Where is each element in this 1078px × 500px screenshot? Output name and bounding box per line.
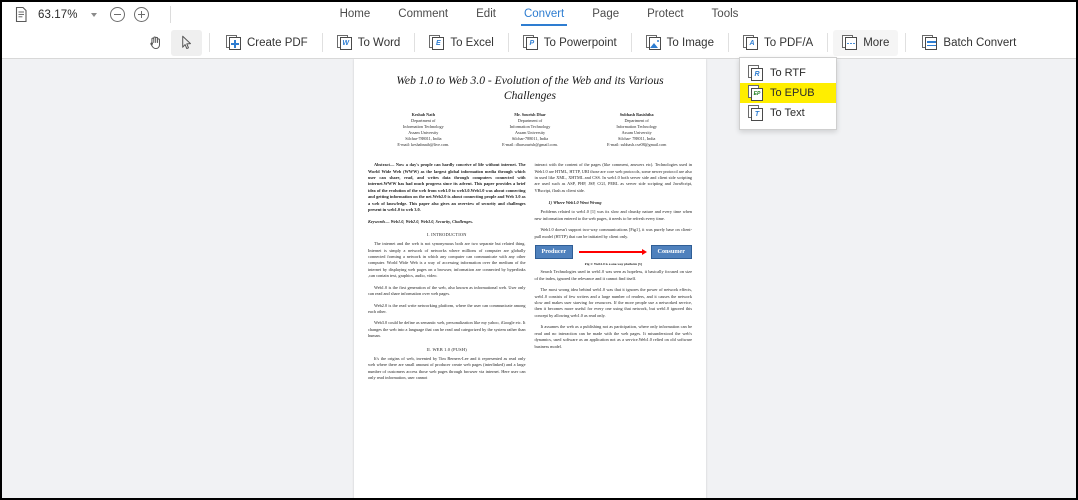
to-excel-label: To Excel [450, 36, 494, 49]
to-powerpoint-label: To Powerpoint [543, 36, 617, 49]
to-pdfa-label: To PDF/A [763, 36, 814, 49]
dropdown-item-to-text[interactable]: T To Text [740, 103, 836, 123]
body-paragraph: It's the origins of web, invented by Tim… [368, 355, 526, 381]
zoom-controls: 63.17% [2, 6, 171, 23]
author-entry: Subhash Basishtha Department of Informat… [583, 112, 690, 149]
batch-convert-icon [922, 34, 938, 51]
zoom-in-icon[interactable] [134, 7, 149, 22]
left-column: Abstract— Now a day's people can hardly … [368, 162, 526, 386]
menu-item-protect[interactable]: Protect [646, 5, 684, 24]
right-column: interact with the content of the pages (… [534, 162, 693, 386]
document-work-area[interactable]: Web 1.0 to Web 3.0 - Evolution of the We… [2, 59, 1076, 498]
to-epub-icon: EP [748, 85, 764, 101]
to-pdfa-button[interactable]: A To PDF/A [734, 30, 822, 56]
document-icon[interactable] [14, 6, 29, 23]
body-paragraph: Search Technologies used in web1.0 was s… [534, 269, 693, 281]
body-paragraph: interact with the content of the pages (… [534, 162, 693, 193]
more-label: More [863, 36, 890, 49]
to-image-button[interactable]: To Image [637, 30, 723, 56]
to-word-icon: W [336, 34, 353, 51]
toolbar-divider [414, 33, 416, 52]
menu-item-home[interactable]: Home [339, 5, 372, 24]
keywords-text: Keywords— Web1.0, Web2.0, Web3.0, Securi… [368, 218, 473, 224]
dropdown-item-to-epub[interactable]: EP To EPUB [740, 83, 836, 103]
body-paragraph: The internet and the web is not synonymo… [368, 241, 526, 279]
section-heading-introduction: I. INTRODUCTION [426, 232, 467, 238]
menu-item-page[interactable]: Page [591, 5, 620, 24]
author-email: E-mail: subhash.cse08@gmail.com [607, 142, 667, 148]
to-powerpoint-button[interactable]: P To Powerpoint [514, 30, 626, 56]
body-paragraph: Problems related to web1.0 [1] was its s… [534, 209, 693, 221]
menu-item-comment[interactable]: Comment [397, 5, 449, 24]
figure-1: Producer Consumer Fig 1: Web1.0 is a one… [534, 245, 692, 267]
toolbar-divider [905, 33, 907, 52]
page-columns: Abstract— Now a day's people can hardly … [368, 162, 692, 386]
to-text-label: To Text [770, 107, 805, 119]
toolbar-divider [827, 33, 829, 52]
abstract-text: Abstract— Now a day's people can hardly … [368, 162, 526, 213]
menu-item-convert[interactable]: Convert [520, 5, 568, 26]
figure-caption: Fig 1: Web1.0 is a one-way platform [3] [584, 262, 642, 267]
figure-diagram: Producer Consumer [534, 245, 692, 260]
to-image-label: To Image [666, 36, 714, 49]
to-pdfa-icon: A [742, 34, 759, 51]
body-paragraph: Web3.0 could be define as semantic web, … [368, 320, 526, 339]
pdf-editor-window: 63.17% Home Comment Edit Convert Page Pr… [0, 0, 1078, 500]
to-excel-icon: E [429, 34, 445, 51]
create-pdf-button[interactable]: Create PDF [217, 30, 317, 56]
create-pdf-label: Create PDF [247, 36, 308, 49]
author-entry: Keshab Nath Department of Information Te… [370, 112, 477, 149]
consumer-box: Consumer [650, 245, 692, 260]
to-text-icon: T [748, 105, 764, 121]
hand-tool-button[interactable] [140, 30, 171, 56]
menu-item-edit[interactable]: Edit [475, 5, 497, 24]
toolbar-divider [170, 6, 171, 23]
toolbar-divider [630, 33, 632, 52]
pdf-page[interactable]: Web 1.0 to Web 3.0 - Evolution of the We… [354, 59, 706, 498]
zoom-out-icon[interactable] [110, 7, 125, 22]
author-entry: Mr. Sourish Dhar Department of Informati… [477, 112, 584, 149]
body-paragraph: The most wrong idea behind web1.0 was th… [534, 287, 693, 318]
author-block: Keshab Nath Department of Information Te… [370, 112, 690, 149]
right-arrow-icon [577, 249, 647, 256]
to-epub-label: To EPUB [770, 87, 815, 99]
section-heading-web10-push: II. WEB 1.0 (PUSH) [426, 346, 467, 352]
menu-item-tools[interactable]: Tools [711, 5, 740, 24]
toolbar-divider [321, 33, 323, 52]
more-dropdown-menu: R To RTF EP To EPUB T To Text [739, 57, 837, 130]
page-title: Web 1.0 to Web 3.0 - Evolution of the We… [396, 74, 664, 103]
body-paragraph: Web2.0 is the read write networking plat… [368, 302, 526, 315]
toolbar-divider [507, 33, 509, 52]
convert-ribbon-toolbar: Create PDF W To Word E To Excel P To Pow… [2, 27, 1076, 59]
subsection-heading-where-web10-went-wrong: 1) Where Web1.0 Went Wrong [548, 200, 602, 206]
to-image-icon [645, 34, 662, 51]
top-bar: 63.17% Home Comment Edit Convert Page Pr… [2, 2, 1076, 27]
body-paragraph: It assumes the web as a publishing not a… [534, 324, 693, 349]
to-rtf-label: To RTF [770, 67, 806, 79]
toolbar-divider [209, 33, 210, 52]
to-word-button[interactable]: W To Word [328, 30, 410, 56]
select-pointer-icon [182, 35, 191, 50]
body-paragraph: Web1.0 is the first generation of the we… [368, 284, 526, 297]
toolbar-divider [727, 33, 729, 52]
hand-tool-icon [150, 36, 160, 50]
chevron-down-icon[interactable] [91, 12, 97, 17]
dropdown-item-to-rtf[interactable]: R To RTF [740, 63, 836, 83]
to-excel-button[interactable]: E To Excel [420, 30, 502, 56]
zoom-level-value[interactable]: 63.17% [38, 9, 78, 21]
author-email: E-mail: dharsourish@gmail.com. [502, 142, 558, 148]
more-button[interactable]: More [833, 29, 899, 56]
more-icon [842, 34, 858, 51]
to-word-label: To Word [357, 36, 401, 49]
batch-convert-button[interactable]: Batch Convert [913, 30, 1025, 56]
select-tool-button[interactable] [171, 29, 202, 56]
producer-box: Producer [534, 245, 574, 260]
to-rtf-icon: R [748, 65, 764, 81]
author-email: E-mail: keshabnath@live.com. [397, 142, 450, 148]
to-powerpoint-icon: P [522, 34, 539, 51]
batch-convert-label: Batch Convert [943, 36, 1017, 49]
create-pdf-icon [226, 34, 242, 51]
body-paragraph: Web1.0 doesn't support two-way communica… [534, 227, 693, 239]
